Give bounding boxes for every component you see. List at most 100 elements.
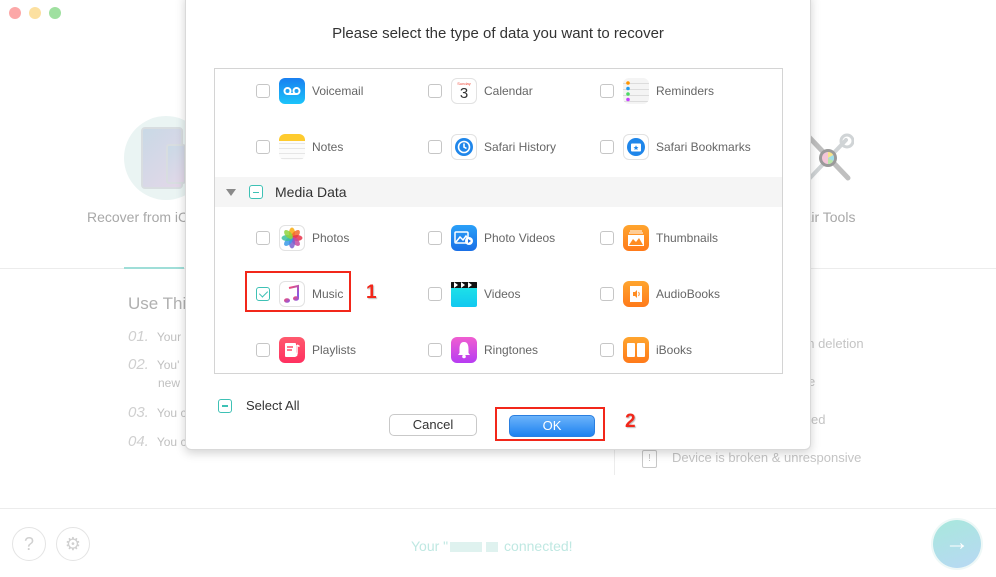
checkbox-videos[interactable] xyxy=(428,287,442,301)
audiobooks-icon xyxy=(623,281,649,307)
warning-icon: ! xyxy=(642,450,657,468)
item-ibooks[interactable]: iBooks xyxy=(600,322,693,373)
select-all[interactable]: Select All xyxy=(218,398,299,413)
step-number: 02. xyxy=(128,356,149,373)
minimize-window-button[interactable] xyxy=(29,7,41,19)
status-suffix: connected! xyxy=(504,538,573,554)
checkbox-audiobooks[interactable] xyxy=(600,287,614,301)
checkbox-thumbnails[interactable] xyxy=(600,231,614,245)
safari-bookmarks-icon xyxy=(623,134,649,160)
item-ringtones[interactable]: Ringtones xyxy=(428,322,539,373)
item-voicemail[interactable]: Voicemail xyxy=(256,69,364,119)
disclosure-triangle-icon[interactable] xyxy=(226,188,236,196)
dialog-title: Please select the type of data you want … xyxy=(332,25,664,42)
checkbox-ringtones[interactable] xyxy=(428,343,442,357)
item-label: Photos xyxy=(312,231,350,245)
notes-icon xyxy=(279,134,305,160)
photos-icon xyxy=(279,225,305,251)
thumbnails-icon xyxy=(623,225,649,251)
item-label: Voicemail xyxy=(312,84,364,98)
item-label: iBooks xyxy=(656,343,693,357)
item-photo-videos[interactable]: Photo Videos xyxy=(428,210,555,266)
highlight-ok xyxy=(495,407,605,441)
step-number: 03. xyxy=(128,404,149,421)
app-window: Recover from iC epair Tools Use Thi 01. Y… xyxy=(0,0,996,577)
item-safari-history[interactable]: Safari History xyxy=(428,119,556,175)
checkbox-safari-bookmarks[interactable] xyxy=(600,140,614,154)
list-row: Voicemail Sunday 3 Calendar Reminders xyxy=(215,69,782,119)
item-calendar[interactable]: Sunday 3 Calendar xyxy=(428,69,533,119)
divider-bottom xyxy=(0,508,996,509)
checkbox-calendar[interactable] xyxy=(428,84,442,98)
annotation-step-2: 2 xyxy=(625,411,636,432)
item-label: Ringtones xyxy=(484,343,539,357)
step-item: 04. You c xyxy=(128,433,186,450)
item-videos[interactable]: Videos xyxy=(428,266,520,322)
step-text: You c xyxy=(156,406,187,420)
item-photos[interactable]: Photos xyxy=(256,210,349,266)
scenario-text: Device is broken & unresponsive xyxy=(672,450,862,465)
step-text-continued: new xyxy=(158,376,181,390)
step-item: 01. Your xyxy=(128,328,181,345)
item-label: Notes xyxy=(312,140,344,154)
iphone-icon xyxy=(166,144,186,184)
checkbox-photo-videos[interactable] xyxy=(428,231,442,245)
data-type-list[interactable]: Voicemail Sunday 3 Calendar Reminders No… xyxy=(214,68,783,374)
item-label: Safari History xyxy=(484,140,557,154)
close-window-button[interactable] xyxy=(9,7,21,19)
redacted-device-name xyxy=(486,542,499,553)
step-number: 01. xyxy=(128,328,149,345)
list-row: Photos Photo Videos Thumbnails xyxy=(215,210,782,266)
checkbox-safari-history[interactable] xyxy=(428,140,442,154)
item-safari-bookmarks[interactable]: Safari Bookmarks xyxy=(600,119,751,175)
item-label: Thumbnails xyxy=(656,231,719,245)
help-button[interactable]: ? xyxy=(12,527,46,561)
reminders-icon xyxy=(623,78,649,104)
device-status: Your " connected! xyxy=(411,538,573,554)
photo-videos-icon xyxy=(451,225,477,251)
calendar-icon: Sunday 3 xyxy=(451,78,477,104)
item-audiobooks[interactable]: AudioBooks xyxy=(600,266,720,322)
videos-icon xyxy=(451,281,477,307)
checkbox-media-data[interactable] xyxy=(249,185,263,199)
checkbox-select-all[interactable] xyxy=(218,398,232,413)
ibooks-icon xyxy=(623,337,649,363)
cancel-button[interactable]: Cancel xyxy=(389,414,477,436)
item-notes[interactable]: Notes xyxy=(256,119,343,175)
help-icon: ? xyxy=(23,534,34,554)
checkbox-reminders[interactable] xyxy=(600,84,614,98)
scenario-text: ed xyxy=(811,412,826,427)
select-all-label: Select All xyxy=(246,398,300,413)
item-playlists[interactable]: Playlists xyxy=(256,322,357,373)
step-item: 03. You c xyxy=(128,404,186,421)
step-text: You c xyxy=(156,435,187,449)
calendar-date: 3 xyxy=(459,85,469,102)
use-this-title: Use Thi xyxy=(128,294,187,313)
item-label: Safari Bookmarks xyxy=(656,140,751,154)
list-row: Playlists Ringtones iBooks xyxy=(215,322,782,373)
item-label: Videos xyxy=(484,287,521,301)
arrow-right-icon: → xyxy=(945,529,969,556)
item-thumbnails[interactable]: Thumbnails xyxy=(600,210,718,266)
step-text: You' xyxy=(156,358,180,372)
item-reminders[interactable]: Reminders xyxy=(600,69,714,119)
checkbox-voicemail[interactable] xyxy=(256,84,270,98)
item-label: AudioBooks xyxy=(656,287,721,301)
gear-icon: ⚙ xyxy=(64,534,82,554)
group-media-data[interactable]: Media Data xyxy=(215,177,782,207)
checkbox-notes[interactable] xyxy=(256,140,270,154)
zoom-window-button[interactable] xyxy=(49,7,61,19)
step-item: 02. You' xyxy=(128,356,179,373)
settings-button[interactable]: ⚙ xyxy=(56,527,90,561)
checkbox-photos[interactable] xyxy=(256,231,270,245)
checkbox-ibooks[interactable] xyxy=(600,343,614,357)
safari-history-icon xyxy=(451,134,477,160)
item-label: Calendar xyxy=(484,84,533,98)
redacted-device-name xyxy=(450,542,483,553)
status-prefix: Your " xyxy=(411,538,449,554)
next-button[interactable]: → xyxy=(933,520,981,568)
checkbox-playlists[interactable] xyxy=(256,343,270,357)
annotation-step-1: 1 xyxy=(366,282,377,303)
item-label: Playlists xyxy=(312,343,357,357)
ringtones-icon xyxy=(451,337,477,363)
